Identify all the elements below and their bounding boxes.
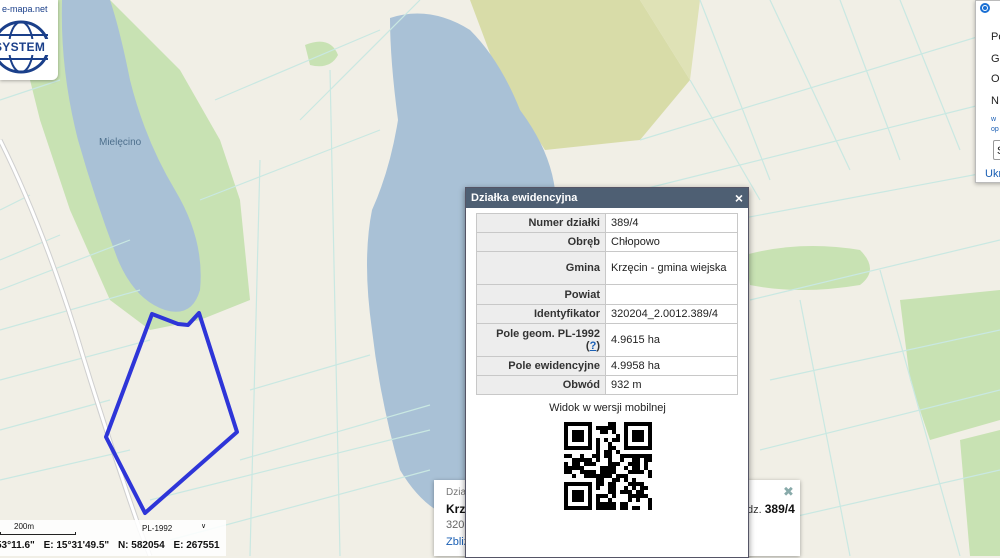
parcel-info-popup: Działka ewidencyjna × Numer działki 389/4… — [465, 187, 749, 558]
latitude-value: 53°11.6" — [0, 540, 35, 551]
row-value: 932 m — [605, 375, 738, 395]
result-parcel-number: 389/4 — [764, 502, 795, 516]
logo-url-text: e-mapa.net — [2, 4, 48, 14]
popup-header: Działka ewidencyjna × — [466, 188, 748, 208]
panel-select[interactable]: S — [993, 140, 1000, 160]
longitude-value: E: 15°31'49.5" — [43, 540, 110, 551]
scale-distance-label: 200m — [14, 522, 35, 531]
layer-item[interactable]: G — [991, 53, 1000, 65]
qr-code-icon[interactable] — [563, 422, 652, 510]
row-label-cell: Pole geom. PL-1992 (?) — [476, 323, 606, 357]
row-value: Krzęcin - gmina wiejska — [605, 251, 738, 285]
panel-small-link[interactable]: op — [991, 126, 999, 133]
chevron-down-icon[interactable]: ∨ — [201, 522, 206, 530]
layer-item[interactable]: O — [991, 73, 1000, 85]
layer-item[interactable]: Po — [991, 31, 1000, 43]
scale-bar: 200m PL-1992 ∨ 53°11.6" E: 15°31'49.5" N… — [0, 520, 226, 556]
mobile-view-label: Widok w wersji mobilnej — [549, 402, 666, 414]
close-icon[interactable]: ✖ — [783, 484, 794, 500]
scale-line — [0, 532, 76, 535]
forest-area-3 — [745, 246, 870, 290]
table-row: Obwód 932 m — [476, 375, 738, 395]
layer-radio[interactable] — [980, 3, 990, 13]
row-label: Identyfikator — [476, 304, 606, 324]
logo-brand-text: SYSTEM — [0, 40, 46, 54]
row-value: Chłopowo — [605, 232, 738, 252]
layer-panel: Po G O N w op S Ukr — [975, 0, 1000, 183]
table-row: Powiat — [476, 284, 738, 305]
result-parcel-prefix: dz. — [747, 504, 762, 516]
crs-select[interactable]: PL-1992 — [142, 524, 172, 533]
table-row: Pole ewidencyjne 4.9958 ha — [476, 356, 738, 376]
row-label: Pole ewidencyjne — [476, 356, 606, 376]
help-link[interactable]: ? — [590, 340, 597, 352]
row-value: 4.9958 ha — [605, 356, 738, 376]
table-row: Obręb Chłopowo — [476, 232, 738, 252]
row-label: Obwód — [476, 375, 606, 395]
row-label: Obręb — [476, 232, 606, 252]
hide-panel-link[interactable]: Ukr — [985, 168, 1000, 180]
table-row: Numer działki 389/4 — [476, 213, 738, 233]
close-icon[interactable]: × — [735, 188, 743, 208]
easting-value: E: 267551 — [173, 540, 220, 551]
result-id: 320 — [446, 519, 465, 531]
result-parcel: dz. 389/4 — [747, 502, 795, 516]
row-label: Gmina — [476, 251, 606, 285]
result-name: Krz — [446, 502, 466, 516]
coordinate-readout: 53°11.6" E: 15°31'49.5" N: 582054 E: 267… — [0, 540, 226, 551]
parcel-attributes-table: Numer działki 389/4 Obręb Chłopowo Gmina Kr… — [476, 213, 738, 395]
row-value: 320204_2.0012.389/4 — [605, 304, 738, 324]
layer-item[interactable]: N — [991, 95, 999, 107]
panel-small-link[interactable]: w — [991, 116, 996, 123]
logo[interactable]: e-mapa.net SYSTEM — [0, 0, 58, 80]
row-value — [605, 284, 738, 305]
row-value: 4.9615 ha — [605, 323, 738, 357]
row-value: 389/4 — [605, 213, 738, 233]
northing-value: N: 582054 — [117, 540, 165, 551]
table-row: Gmina Krzęcin - gmina wiejska — [476, 251, 738, 285]
row-label: Numer działki — [476, 213, 606, 233]
result-title: Dzia — [446, 487, 467, 498]
table-row: Identyfikator 320204_2.0012.389/4 — [476, 304, 738, 324]
table-row: Pole geom. PL-1992 (?) 4.9615 ha — [476, 323, 738, 357]
popup-title: Działka ewidencyjna — [471, 192, 578, 204]
row-label: Powiat — [476, 284, 606, 305]
lake-label: Mielęcino — [99, 137, 142, 148]
row-label: Pole geom. PL-1992 — [496, 328, 600, 340]
